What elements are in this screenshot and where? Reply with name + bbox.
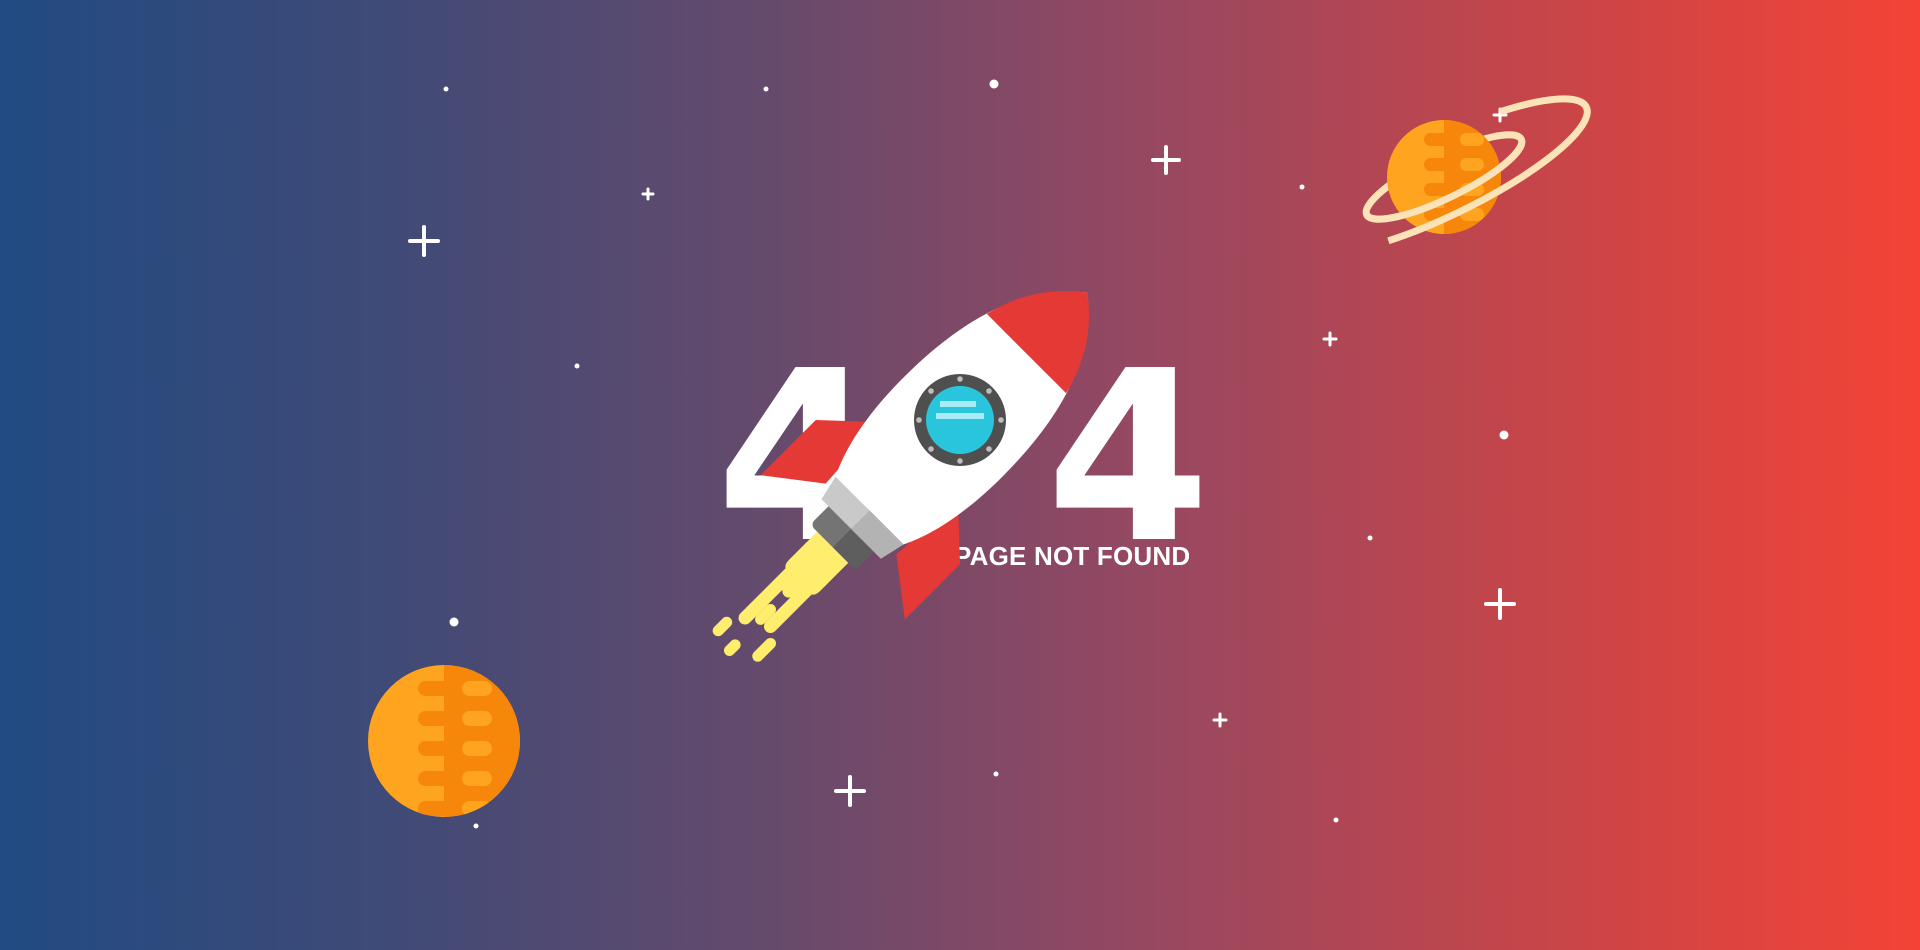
rocket-icon	[712, 291, 1089, 662]
flame-streaks	[712, 560, 820, 662]
